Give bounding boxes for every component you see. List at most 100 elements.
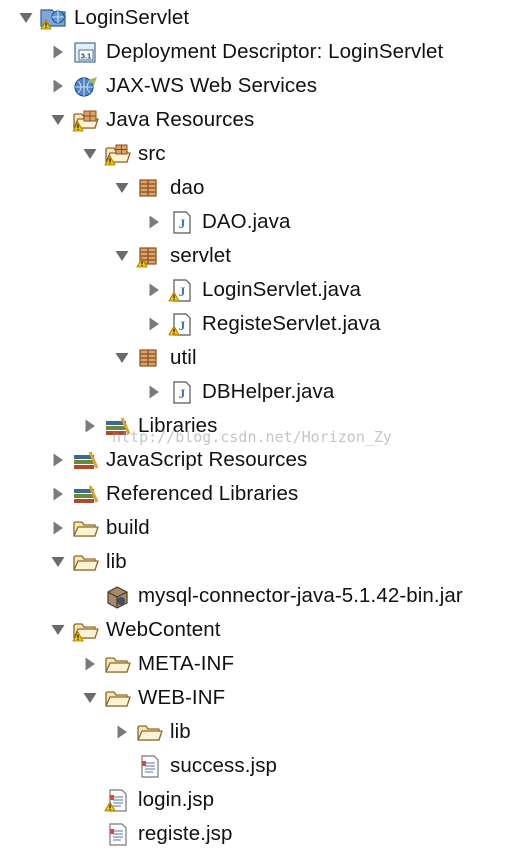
- node-package-util[interactable]: util: [0, 341, 524, 375]
- node-web-inf-lib[interactable]: lib: [0, 715, 524, 749]
- folder-icon: [102, 685, 132, 711]
- collapsed-triangle-icon[interactable]: [49, 449, 67, 471]
- source-folder-warning-icon: [102, 141, 132, 167]
- folder-warning-icon: [70, 617, 100, 643]
- node-dbhelper-java[interactable]: J DBHelper.java: [0, 375, 524, 409]
- tree-item-label: login.jsp: [138, 788, 215, 811]
- expanded-triangle-icon[interactable]: [81, 687, 99, 709]
- java-resources-warning-icon: [70, 107, 100, 133]
- java-file-warning-icon: J: [166, 311, 196, 337]
- svg-text:J: J: [179, 386, 186, 401]
- tree-item-label: util: [170, 346, 197, 369]
- tree-item-label: META-INF: [138, 652, 235, 675]
- tree-item-label: LoginServlet.java: [202, 278, 361, 301]
- folder-icon: [134, 719, 164, 745]
- collapsed-triangle-icon[interactable]: [49, 75, 67, 97]
- node-libraries[interactable]: Libraries: [0, 409, 524, 443]
- node-javascript-resources[interactable]: JavaScript Resources: [0, 443, 524, 477]
- collapsed-triangle-icon[interactable]: [49, 41, 67, 63]
- deployment-descriptor-icon: 3.1: [70, 39, 100, 65]
- expanded-triangle-icon[interactable]: [113, 347, 131, 369]
- tree-item-label: build: [106, 516, 150, 539]
- node-build[interactable]: build: [0, 511, 524, 545]
- tree-item-label: JavaScript Resources: [106, 448, 308, 471]
- collapsed-triangle-icon[interactable]: [145, 313, 163, 335]
- tree-item-label: Java Resources: [106, 108, 255, 131]
- tree-item-label: Referenced Libraries: [106, 482, 299, 505]
- tree-item-label: LoginServlet: [74, 6, 190, 29]
- tree-item-label: DBHelper.java: [202, 380, 335, 403]
- collapsed-triangle-icon[interactable]: [81, 415, 99, 437]
- web-services-icon: [70, 73, 100, 99]
- node-package-servlet[interactable]: servlet: [0, 239, 524, 273]
- tree-item-label: src: [138, 142, 166, 165]
- svg-text:J: J: [179, 318, 186, 333]
- node-src[interactable]: src: [0, 137, 524, 171]
- libraries-icon: [102, 413, 132, 439]
- node-referenced-libraries[interactable]: Referenced Libraries: [0, 477, 524, 511]
- tree-item-label: Libraries: [138, 414, 218, 437]
- svg-text:J: J: [179, 284, 186, 299]
- node-java-resources[interactable]: Java Resources: [0, 103, 524, 137]
- tree-item-label: servlet: [170, 244, 232, 267]
- jsp-file-warning-icon: [102, 787, 132, 813]
- jsp-file-icon: [134, 753, 164, 779]
- collapsed-triangle-icon[interactable]: [81, 653, 99, 675]
- package-icon: [134, 175, 164, 201]
- libraries-icon: [70, 447, 100, 473]
- node-deployment-descriptor[interactable]: 3.1 Deployment Descriptor: LoginServlet: [0, 35, 524, 69]
- expanded-triangle-icon[interactable]: [113, 245, 131, 267]
- expanded-triangle-icon[interactable]: [49, 619, 67, 641]
- java-file-icon: J: [166, 379, 196, 405]
- tree-item-label: dao: [170, 176, 205, 199]
- folder-icon: [70, 549, 100, 575]
- node-jaxws-web-services[interactable]: JAX-WS Web Services: [0, 69, 524, 103]
- node-dao-java[interactable]: J DAO.java: [0, 205, 524, 239]
- java-file-icon: J: [166, 209, 196, 235]
- svg-text:J: J: [179, 216, 186, 231]
- node-mysql-connector-jar[interactable]: mysql-connector-java-5.1.42-bin.jar: [0, 579, 524, 613]
- expanded-triangle-icon[interactable]: [49, 109, 67, 131]
- node-webcontent[interactable]: WebContent: [0, 613, 524, 647]
- node-registeservlet-java[interactable]: J RegisteServlet.java: [0, 307, 524, 341]
- expanded-triangle-icon[interactable]: [81, 143, 99, 165]
- node-web-inf[interactable]: WEB-INF: [0, 681, 524, 715]
- folder-icon: [102, 651, 132, 677]
- tree-item-label: lib: [106, 550, 127, 573]
- node-lib[interactable]: lib: [0, 545, 524, 579]
- collapsed-triangle-icon[interactable]: [113, 721, 131, 743]
- node-login-jsp[interactable]: login.jsp: [0, 783, 524, 817]
- web-project-warning-icon: [38, 5, 68, 31]
- expanded-triangle-icon[interactable]: [17, 7, 35, 29]
- java-file-warning-icon: J: [166, 277, 196, 303]
- collapsed-triangle-icon[interactable]: [145, 381, 163, 403]
- project-loginservlet[interactable]: LoginServlet: [0, 1, 524, 35]
- tree-item-label: RegisteServlet.java: [202, 312, 381, 335]
- node-package-dao[interactable]: dao: [0, 171, 524, 205]
- tree-item-label: lib: [170, 720, 191, 743]
- tree-item-label: registe.jsp: [138, 822, 233, 845]
- node-meta-inf[interactable]: META-INF: [0, 647, 524, 681]
- node-registe-jsp[interactable]: registe.jsp: [0, 817, 524, 851]
- tree-item-label: DAO.java: [202, 210, 291, 233]
- jsp-file-icon: [102, 821, 132, 847]
- svg-text:3.1: 3.1: [81, 52, 91, 61]
- collapsed-triangle-icon[interactable]: [49, 483, 67, 505]
- collapsed-triangle-icon[interactable]: [145, 279, 163, 301]
- node-success-jsp[interactable]: success.jsp: [0, 749, 524, 783]
- tree-item-label: success.jsp: [170, 754, 278, 777]
- collapsed-triangle-icon[interactable]: [49, 517, 67, 539]
- package-warning-icon: [134, 243, 164, 269]
- project-explorer-tree: LoginServlet 3.1 Deployment Descriptor: Lo…: [0, 0, 524, 852]
- package-icon: [134, 345, 164, 371]
- jar-file-icon: [102, 583, 132, 609]
- tree-item-label: mysql-connector-java-5.1.42-bin.jar: [138, 584, 463, 607]
- folder-icon: [70, 515, 100, 541]
- node-loginservlet-java[interactable]: J LoginServlet.java: [0, 273, 524, 307]
- expanded-triangle-icon[interactable]: [113, 177, 131, 199]
- expanded-triangle-icon[interactable]: [49, 551, 67, 573]
- libraries-icon: [70, 481, 100, 507]
- collapsed-triangle-icon[interactable]: [145, 211, 163, 233]
- tree-item-label: WEB-INF: [138, 686, 226, 709]
- tree-item-label: JAX-WS Web Services: [106, 74, 318, 97]
